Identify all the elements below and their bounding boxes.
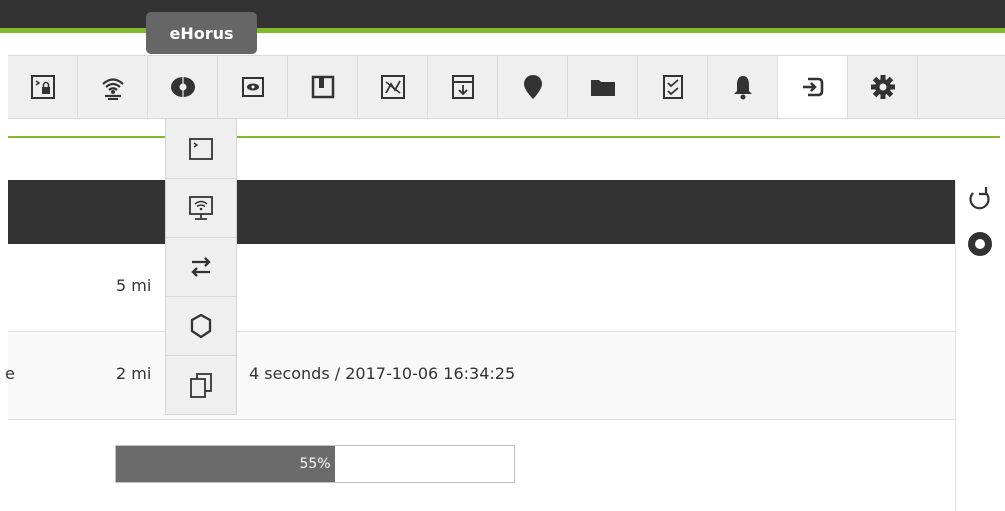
- row-value-tail: 4 seconds / 2017-10-06 16:34:25: [249, 364, 516, 383]
- row-value: 5 mi: [116, 276, 152, 295]
- menu-item-files[interactable]: [166, 355, 236, 414]
- gis-map-icon: [523, 75, 542, 99]
- settings-gear-icon: [870, 75, 895, 99]
- toolbar-button-settings[interactable]: [848, 56, 918, 118]
- ehorus-icon: [170, 77, 195, 97]
- table-row: 5 mi: [8, 244, 955, 332]
- alert-bell-icon: [733, 76, 752, 100]
- login-icon: [802, 77, 823, 97]
- processes-icon: [190, 313, 212, 338]
- row-label: e: [5, 364, 15, 383]
- agent-toolbar: [8, 55, 1005, 119]
- refresh-icon[interactable]: [964, 184, 996, 216]
- remote-desktop-icon: [189, 195, 213, 220]
- toolbar-button-module[interactable]: [288, 56, 358, 118]
- toolbar-button-view[interactable]: [218, 56, 288, 118]
- template-icon: [451, 75, 474, 99]
- toolbar-button-remote-lock[interactable]: [8, 56, 78, 118]
- folder-icon: [590, 80, 615, 96]
- agent-detail-table: 5 mi e 2 mi 4 seconds / 2017-10-06 16:34:…: [5, 180, 956, 511]
- toolbar-button-gis-map[interactable]: [498, 56, 568, 118]
- toolbar-button-folder[interactable]: [568, 56, 638, 118]
- section-divider: [8, 136, 1000, 138]
- toolbar-button-network[interactable]: [78, 56, 148, 118]
- ehorus-tooltip: eHorus: [146, 12, 257, 54]
- table-row: 55%: [8, 420, 955, 508]
- files-icon: [190, 372, 212, 398]
- toolbar-button-alert[interactable]: [708, 56, 778, 118]
- menu-item-processes[interactable]: [166, 296, 236, 356]
- view-icon: [241, 77, 264, 97]
- ehorus-dropdown-menu: [165, 118, 237, 415]
- network-icon: [101, 78, 124, 100]
- row-value: 2 mi 4 seconds / 2017-10-06 16:34:25: [116, 364, 515, 383]
- terminal-icon: [189, 137, 213, 160]
- toolbar-button-ehorus[interactable]: [148, 56, 218, 118]
- module-icon: [311, 75, 334, 99]
- graph-icon: [380, 75, 405, 99]
- status-ring-icon: [968, 232, 992, 256]
- row-value-start: 2 mi: [116, 364, 152, 383]
- transfer-icon: [191, 256, 211, 277]
- remote-lock-icon: [30, 75, 55, 99]
- table-header: [8, 180, 955, 244]
- toolbar-button-checklist[interactable]: [638, 56, 708, 118]
- menu-item-transfer[interactable]: [166, 237, 236, 297]
- menu-item-terminal[interactable]: [166, 119, 236, 179]
- menu-item-remote-desktop[interactable]: [166, 178, 236, 238]
- toolbar-button-login[interactable]: [778, 56, 848, 118]
- progress-bar: 55%: [115, 445, 515, 483]
- progress-label: 55%: [299, 456, 331, 472]
- checklist-icon: [662, 75, 683, 99]
- toolbar-button-template[interactable]: [428, 56, 498, 118]
- table-row: e 2 mi 4 seconds / 2017-10-06 16:34:25: [5, 332, 955, 420]
- toolbar-button-graph[interactable]: [358, 56, 428, 118]
